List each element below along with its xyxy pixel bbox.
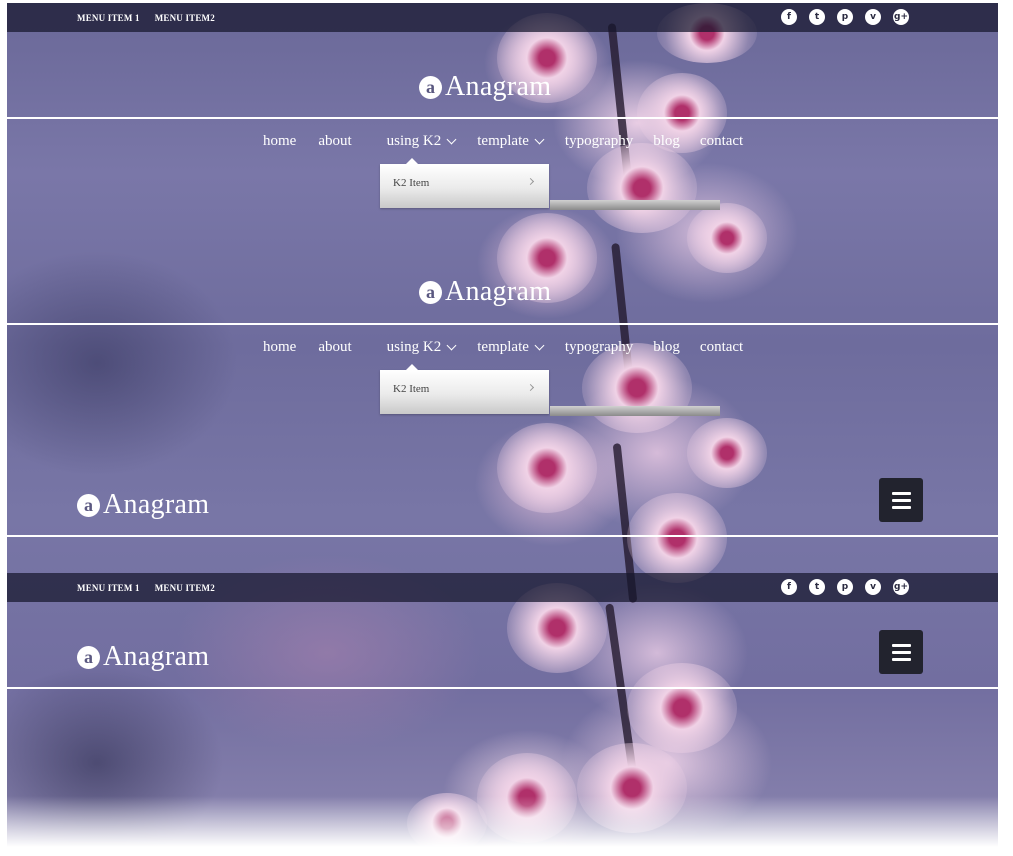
dropdown-menu[interactable]: K2 Item xyxy=(380,158,549,208)
nav-item-label: blog xyxy=(653,339,680,355)
nav-item-label: typography xyxy=(564,133,634,149)
site-logo[interactable]: a Anagram xyxy=(419,71,551,103)
twitter-icon[interactable]: t xyxy=(809,579,825,595)
logo-mark-icon: a xyxy=(419,75,442,99)
blossom-decoration xyxy=(477,753,577,843)
site-logo[interactable]: a Anagram xyxy=(77,641,209,673)
hamburger-icon xyxy=(891,650,911,654)
nav-items: home about using K2 template typography … xyxy=(263,133,765,150)
nav-item-contact[interactable]: contact xyxy=(700,339,743,356)
hamburger-icon xyxy=(891,505,911,509)
site-logo[interactable]: a Anagram xyxy=(419,276,551,308)
menu-toggle-button[interactable] xyxy=(879,478,923,522)
nav-item-label: typography xyxy=(564,339,634,355)
nav-item-blog[interactable]: blog xyxy=(653,133,680,150)
header-divider xyxy=(7,535,998,537)
logo-mark-icon: a xyxy=(77,493,100,517)
logo-text: Anagram xyxy=(445,71,552,102)
nav-item-label: about xyxy=(318,339,352,355)
dropdown-item-k2[interactable]: K2 Item xyxy=(393,383,429,395)
nav-item-typography[interactable]: typography xyxy=(565,133,633,150)
nav-item-blog[interactable]: blog xyxy=(653,339,680,356)
top-menu-item[interactable]: MENU ITEM2 xyxy=(155,583,215,593)
logo-mark-icon: a xyxy=(419,280,442,304)
dropdown-item-k2[interactable]: K2 Item xyxy=(393,177,429,189)
header-divider xyxy=(7,323,998,325)
submenu-bar xyxy=(550,200,720,210)
twitter-icon[interactable]: t xyxy=(809,9,825,25)
blossom-decoration xyxy=(497,423,597,513)
google-plus-icon[interactable]: g+ xyxy=(893,9,909,25)
hamburger-icon xyxy=(891,657,911,661)
social-links: f t p v g+ xyxy=(781,9,909,25)
submenu-bar xyxy=(550,406,720,416)
hamburger-icon xyxy=(891,643,911,647)
nav-item-home[interactable]: home xyxy=(263,339,296,356)
top-menu-item[interactable]: MENU ITEM 1 xyxy=(77,13,140,23)
nav-item-label: home xyxy=(263,133,297,149)
top-bar: MENU ITEM 1 MENU ITEM2 f t p v g+ xyxy=(7,3,998,32)
nav-item-label: blog xyxy=(653,133,680,149)
nav-item-label: template xyxy=(477,339,529,355)
nav-item-label: using K2 xyxy=(386,133,442,149)
chevron-down-icon xyxy=(446,340,457,351)
vimeo-icon[interactable]: v xyxy=(865,9,881,25)
chevron-right-icon xyxy=(526,383,535,392)
nav-item-template[interactable]: template xyxy=(477,339,545,356)
nav-item-contact[interactable]: contact xyxy=(700,133,743,150)
top-bar: MENU ITEM 1 MENU ITEM2 f t p v g+ xyxy=(7,573,998,602)
chevron-right-icon xyxy=(526,177,535,186)
pinterest-icon[interactable]: p xyxy=(837,9,853,25)
nav-item-label: using K2 xyxy=(386,339,442,355)
social-links: f t p v g+ xyxy=(781,579,909,595)
site-logo[interactable]: a Anagram xyxy=(77,489,209,521)
nav-item-about[interactable]: about xyxy=(318,339,351,356)
nav-item-label: about xyxy=(318,133,352,149)
blossom-decoration xyxy=(687,203,767,273)
top-menu-item[interactable]: MENU ITEM2 xyxy=(155,13,215,23)
facebook-icon[interactable]: f xyxy=(781,579,797,595)
menu-toggle-button[interactable] xyxy=(879,630,923,674)
nav-item-using-k2[interactable]: using K2 xyxy=(386,339,457,356)
nav-item-label: template xyxy=(477,133,529,149)
facebook-icon[interactable]: f xyxy=(781,9,797,25)
logo-text: Anagram xyxy=(103,641,210,672)
pinterest-icon[interactable]: p xyxy=(837,579,853,595)
blossom-decoration xyxy=(627,493,727,583)
nav-item-template[interactable]: template xyxy=(477,133,545,150)
chevron-down-icon xyxy=(534,134,545,145)
google-plus-icon[interactable]: g+ xyxy=(893,579,909,595)
nav-item-using-k2[interactable]: using K2 xyxy=(386,133,457,150)
top-menu: MENU ITEM 1 MENU ITEM2 xyxy=(77,573,215,602)
vimeo-icon[interactable]: v xyxy=(865,579,881,595)
nav-item-label: contact xyxy=(699,133,744,149)
dropdown-menu[interactable]: K2 Item xyxy=(380,364,549,414)
hero-background-cherry-blossom: MENU ITEM 1 MENU ITEM2 f t p v g+ a Anag… xyxy=(7,3,998,856)
nav-item-home[interactable]: home xyxy=(263,133,296,150)
nav-item-typography[interactable]: typography xyxy=(565,339,633,356)
blossom-decoration xyxy=(577,743,687,833)
nav-item-label: contact xyxy=(699,339,744,355)
hamburger-icon xyxy=(891,498,911,502)
blossom-decoration xyxy=(407,793,487,853)
chevron-down-icon xyxy=(446,134,457,145)
nav-item-about[interactable]: about xyxy=(318,133,351,150)
header-divider xyxy=(7,687,998,689)
nav-item-label: home xyxy=(263,339,297,355)
top-menu: MENU ITEM 1 MENU ITEM2 xyxy=(77,3,215,32)
hamburger-icon xyxy=(891,491,911,495)
logo-text: Anagram xyxy=(103,489,210,520)
logo-mark-icon: a xyxy=(77,645,100,669)
logo-text: Anagram xyxy=(445,276,552,307)
chevron-down-icon xyxy=(534,340,545,351)
top-menu-item[interactable]: MENU ITEM 1 xyxy=(77,583,140,593)
header-divider xyxy=(7,117,998,119)
blossom-decoration xyxy=(687,418,767,488)
nav-items: home about using K2 template typography … xyxy=(263,339,765,356)
blossom-decoration xyxy=(627,663,737,753)
